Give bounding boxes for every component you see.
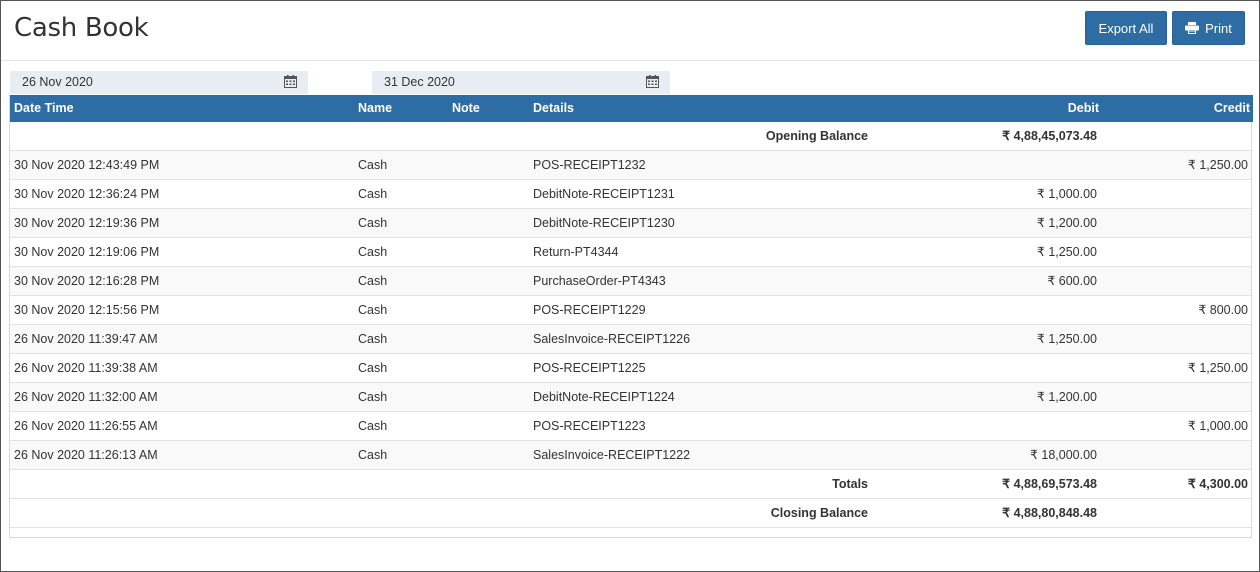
table-header: Date Time Name Note Details Debit Credit: [10, 95, 1253, 122]
row-credit: ₹ 1,250.00: [1187, 361, 1248, 375]
closing-balance-row: Closing Balance ₹ 4,88,80,848.48: [10, 499, 1251, 528]
row-name: Cash: [358, 419, 388, 433]
row-credit: ₹ 1,000.00: [1187, 419, 1248, 433]
print-button[interactable]: Print: [1172, 11, 1245, 45]
row-details: POS-RECEIPT1232: [533, 158, 646, 172]
table-row[interactable]: 30 Nov 2020 12:36:24 PM Cash DebitNote-REC…: [10, 180, 1251, 209]
table-row[interactable]: 26 Nov 2020 11:26:13 AM Cash SalesInvoice-…: [10, 441, 1251, 470]
table-row[interactable]: 26 Nov 2020 11:39:38 AM Cash POS-RECEIPT12…: [10, 354, 1251, 383]
row-date-time: 30 Nov 2020 12:15:56 PM: [14, 303, 160, 317]
row-name: Cash: [358, 216, 388, 230]
row-details: DebitNote-RECEIPT1224: [533, 390, 675, 404]
row-date-time: 30 Nov 2020 12:16:28 PM: [14, 274, 160, 288]
table-row[interactable]: 30 Nov 2020 12:15:56 PM Cash POS-RECEIPT12…: [10, 296, 1251, 325]
calendar-icon[interactable]: [284, 75, 297, 88]
opening-balance-label: Opening Balance: [765, 129, 868, 143]
opening-balance-debit: ₹ 4,88,45,073.48: [1002, 129, 1097, 143]
table-row[interactable]: 26 Nov 2020 11:39:47 AM Cash SalesInvoice-…: [10, 325, 1251, 354]
row-debit: ₹ 18,000.00: [1029, 448, 1097, 462]
row-details: DebitNote-RECEIPT1230: [533, 216, 675, 230]
row-name: Cash: [358, 274, 388, 288]
row-debit: ₹ 1,000.00: [1036, 187, 1097, 201]
row-date-time: 26 Nov 2020 11:32:00 AM: [14, 390, 158, 404]
header-debit[interactable]: Debit: [1068, 95, 1099, 122]
page-header: Cash Book Export All Print: [1, 1, 1259, 61]
row-details: DebitNote-RECEIPT1231: [533, 187, 675, 201]
row-details: Return-PT4344: [533, 245, 619, 259]
cash-book-table: Date Time Name Note Details Debit Credit…: [9, 95, 1253, 538]
row-date-time: 26 Nov 2020 11:39:47 AM: [14, 332, 158, 346]
export-all-button[interactable]: Export All: [1085, 11, 1167, 45]
row-debit: ₹ 600.00: [1047, 274, 1097, 288]
row-details: POS-RECEIPT1225: [533, 361, 646, 375]
row-date-time: 30 Nov 2020 12:43:49 PM: [14, 158, 160, 172]
row-name: Cash: [358, 303, 388, 317]
row-details: PurchaseOrder-PT4343: [533, 274, 666, 288]
closing-balance-label: Closing Balance: [770, 506, 868, 520]
header-name[interactable]: Name: [358, 95, 392, 122]
printer-icon: [1185, 22, 1200, 34]
date-to-field[interactable]: 31 Dec 2020: [372, 71, 670, 94]
row-date-time: 30 Nov 2020 12:36:24 PM: [14, 187, 160, 201]
opening-balance-row: Opening Balance ₹ 4,88,45,073.48: [10, 122, 1251, 151]
row-details: POS-RECEIPT1229: [533, 303, 646, 317]
totals-debit: ₹ 4,88,69,573.48: [1002, 477, 1097, 491]
totals-row: Totals ₹ 4,88,69,573.48 ₹ 4,300.00: [10, 470, 1251, 499]
totals-credit: ₹ 4,300.00: [1187, 477, 1248, 491]
row-details: SalesInvoice-RECEIPT1226: [533, 332, 691, 346]
row-details: POS-RECEIPT1223: [533, 419, 646, 433]
header-date-time[interactable]: Date Time: [14, 95, 74, 122]
row-name: Cash: [358, 245, 388, 259]
closing-balance-debit: ₹ 4,88,80,848.48: [1002, 506, 1097, 520]
row-date-time: 30 Nov 2020 12:19:06 PM: [14, 245, 160, 259]
row-name: Cash: [358, 187, 388, 201]
table-row[interactable]: 30 Nov 2020 12:16:28 PM Cash PurchaseOrder…: [10, 267, 1251, 296]
table-row[interactable]: 30 Nov 2020 12:19:06 PM Cash Return-PT4344…: [10, 238, 1251, 267]
row-name: Cash: [358, 361, 388, 375]
print-button-label: Print: [1205, 20, 1232, 36]
row-date-time: 26 Nov 2020 11:26:55 AM: [14, 419, 158, 433]
date-from-value: 26 Nov 2020: [22, 75, 93, 89]
date-from-field[interactable]: 26 Nov 2020: [10, 71, 308, 94]
header-details[interactable]: Details: [533, 95, 574, 122]
row-name: Cash: [358, 332, 388, 346]
row-credit: ₹ 800.00: [1198, 303, 1248, 317]
row-debit: ₹ 1,250.00: [1036, 245, 1097, 259]
row-debit: ₹ 1,200.00: [1036, 390, 1097, 404]
totals-label: Totals: [832, 477, 868, 491]
row-debit: ₹ 1,250.00: [1036, 332, 1097, 346]
row-name: Cash: [358, 158, 388, 172]
row-name: Cash: [358, 390, 388, 404]
table-row[interactable]: 26 Nov 2020 11:26:55 AM Cash POS-RECEIPT12…: [10, 412, 1251, 441]
page-title: Cash Book: [14, 13, 149, 43]
table-row[interactable]: 30 Nov 2020 12:19:36 PM Cash DebitNote-REC…: [10, 209, 1251, 238]
header-note[interactable]: Note: [452, 95, 480, 122]
row-date-time: 30 Nov 2020 12:19:36 PM: [14, 216, 160, 230]
cash-book-window: Cash Book Export All Print 26 Nov 2020 3…: [0, 0, 1260, 572]
row-details: SalesInvoice-RECEIPT1222: [533, 448, 691, 462]
header-credit[interactable]: Credit: [1214, 95, 1250, 122]
row-date-time: 26 Nov 2020 11:39:38 AM: [14, 361, 158, 375]
row-name: Cash: [358, 448, 388, 462]
row-date-time: 26 Nov 2020 11:26:13 AM: [14, 448, 158, 462]
table-row[interactable]: 30 Nov 2020 12:43:49 PM Cash POS-RECEIPT12…: [10, 151, 1251, 180]
table-row[interactable]: 26 Nov 2020 11:32:00 AM Cash DebitNote-REC…: [10, 383, 1251, 412]
calendar-icon[interactable]: [646, 75, 659, 88]
row-credit: ₹ 1,250.00: [1187, 158, 1248, 172]
date-to-value: 31 Dec 2020: [384, 75, 455, 89]
row-debit: ₹ 1,200.00: [1036, 216, 1097, 230]
